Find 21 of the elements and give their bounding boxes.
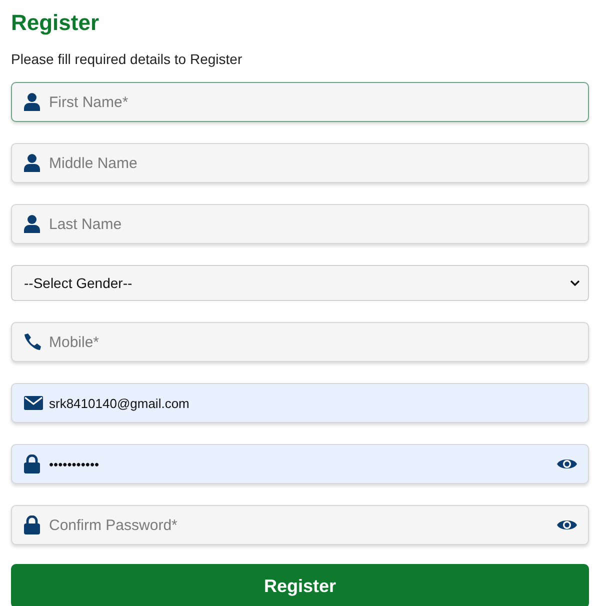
lock-icon <box>24 516 40 534</box>
input-field[interactable]: Middle Name <box>11 143 589 183</box>
gender-select[interactable]: --Select Gender-- <box>11 265 589 301</box>
caret-icon <box>570 280 580 286</box>
input-field[interactable]: Last Name <box>11 204 589 244</box>
person-icon <box>24 154 40 172</box>
person-icon <box>24 93 40 111</box>
eye-icon[interactable] <box>557 518 577 532</box>
register-button[interactable]: Register <box>11 564 589 606</box>
input-field[interactable]: Mobile* <box>11 322 589 362</box>
input-field[interactable]: Confirm Password* <box>11 505 589 545</box>
eye-icon[interactable] <box>557 457 577 471</box>
input-field[interactable]: ••••••••••• <box>11 444 589 484</box>
page-title: Register <box>11 10 100 36</box>
page-subtitle: Please fill required details to Register <box>11 51 244 67</box>
lock-icon <box>24 454 40 474</box>
person-icon <box>24 215 40 233</box>
input-field[interactable]: srk8410140@gmail.com <box>11 383 589 423</box>
phone-icon <box>24 333 42 351</box>
envelope-icon <box>24 396 43 410</box>
input-field[interactable]: First Name* <box>11 82 589 122</box>
